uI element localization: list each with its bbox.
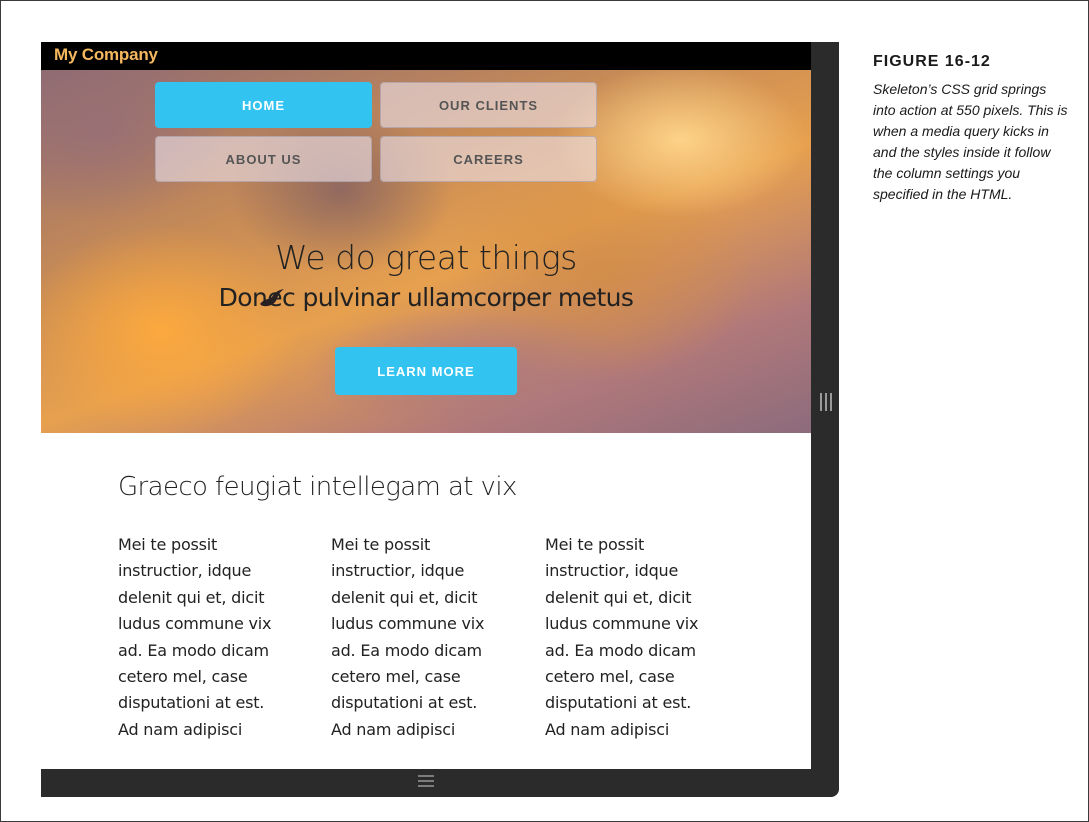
- column-line: Mei te possit: [331, 535, 431, 554]
- site-header: My Company: [41, 42, 811, 70]
- column-line: instructior, idque: [331, 561, 465, 581]
- hero-title: We do great things: [275, 238, 577, 277]
- column-line: ad. Ea modo dicam: [331, 640, 482, 660]
- column-line: cetero mel, case: [118, 667, 248, 687]
- column-line: Ad nam adipisci: [331, 719, 456, 739]
- column-line: Ad nam adipisci: [118, 719, 243, 739]
- column-line: cetero mel, case: [545, 667, 675, 687]
- brand-logo-text[interactable]: My Company: [54, 45, 158, 65]
- column-line: delenit qui et, dicit: [331, 587, 478, 607]
- nav-home-button[interactable]: HOME: [155, 82, 372, 128]
- column-line: instructior, idque: [545, 561, 679, 581]
- hero-section: HOME OUR CLIENTS ABOUT US CAREERS We do …: [41, 70, 811, 433]
- browser-viewport: My Company HOME OUR CLIENTS ABOUT US CAR…: [41, 42, 811, 769]
- horizontal-resize-handle-icon[interactable]: [418, 775, 434, 787]
- figure-label: FIGURE 16-12: [873, 53, 991, 70]
- column-line: disputationi at est.: [545, 693, 692, 713]
- browser-preview-window: My Company HOME OUR CLIENTS ABOUT US CAR…: [41, 42, 839, 797]
- content-title: Graeco feugiat intellegam at vix: [118, 472, 517, 502]
- column-line: delenit qui et, dicit: [545, 587, 692, 607]
- nav-careers-button[interactable]: CAREERS: [380, 136, 597, 182]
- column-line: ad. Ea modo dicam: [545, 640, 696, 660]
- vertical-resize-handle-icon[interactable]: [820, 393, 832, 411]
- column-line: delenit qui et, dicit: [118, 587, 265, 607]
- hero-subtitle: Donec pulvinar ullamcorper metus: [218, 283, 634, 312]
- figure-caption-text: Skeleton’s CSS grid springs into action …: [873, 81, 1068, 202]
- column-line: disputationi at est.: [118, 693, 265, 713]
- content-column-2: Mei te possit instructior, idque delenit…: [331, 532, 531, 743]
- column-line: Mei te possit: [118, 535, 218, 554]
- column-line: Mei te possit: [545, 535, 645, 554]
- column-line: ludus commune vix: [118, 614, 272, 634]
- column-line: ad. Ea modo dicam: [118, 640, 269, 660]
- column-line: cetero mel, case: [331, 667, 461, 687]
- column-line: ludus commune vix: [545, 614, 699, 634]
- page-frame: My Company HOME OUR CLIENTS ABOUT US CAR…: [0, 0, 1089, 822]
- column-line: instructior, idque: [118, 561, 252, 581]
- nav-about-us-button[interactable]: ABOUT US: [155, 136, 372, 182]
- column-line: disputationi at est.: [331, 693, 478, 713]
- column-line: ludus commune vix: [331, 614, 485, 634]
- content-column-3: Mei te possit instructior, idque delenit…: [545, 532, 745, 743]
- nav-our-clients-button[interactable]: OUR CLIENTS: [380, 82, 597, 128]
- column-line: Ad nam adipisci: [545, 719, 670, 739]
- learn-more-button[interactable]: LEARN MORE: [335, 347, 517, 395]
- content-column-1: Mei te possit instructior, idque delenit…: [118, 532, 318, 743]
- figure-caption: FIGURE 16-12 Skeleton’s CSS grid springs…: [873, 53, 1068, 205]
